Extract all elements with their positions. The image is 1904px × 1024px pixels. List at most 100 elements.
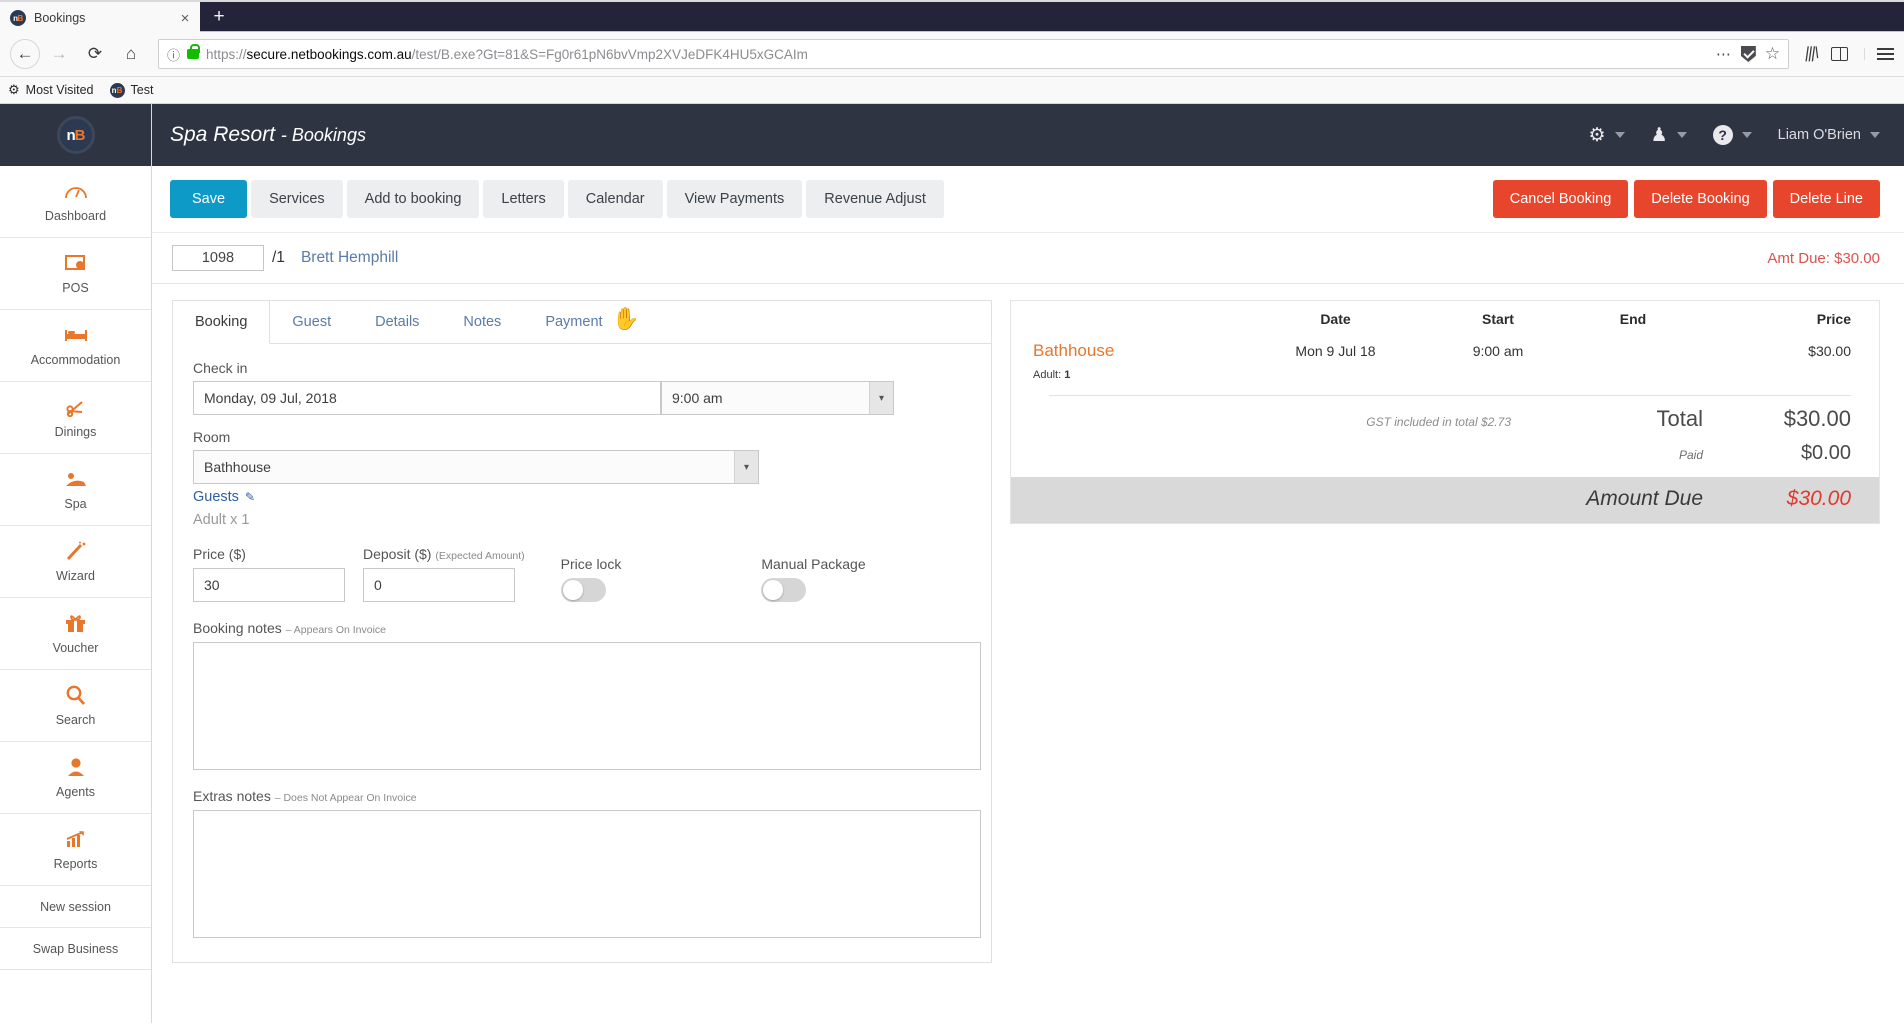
delete-booking-button[interactable]: Delete Booking (1634, 180, 1767, 218)
sidebar-item-reports[interactable]: Reports (0, 814, 151, 886)
price-lock-toggle[interactable] (560, 578, 606, 602)
extras-notes-label: Extras notes – Does Not Appear On Invoic… (193, 788, 971, 804)
section-name: - Bookings (280, 125, 366, 145)
bookmark-most-visited[interactable]: ⚙ Most Visited (8, 82, 94, 98)
letters-button[interactable]: Letters (483, 180, 564, 218)
home-icon[interactable]: ⌂ (114, 37, 148, 71)
account-menu[interactable]: Liam O'Brien (1778, 127, 1880, 143)
bookmark-star-icon[interactable]: ☆ (1765, 44, 1780, 64)
paid-value: $0.00 (1800, 442, 1851, 464)
save-button[interactable]: Save (170, 180, 248, 218)
tab-booking[interactable]: Booking (173, 301, 271, 344)
sidebar-item-label: POS (62, 281, 89, 295)
col-end: End (1619, 311, 1647, 327)
tab-guest[interactable]: Guest (270, 301, 353, 343)
menu-icon[interactable] (1864, 48, 1894, 60)
price-input[interactable] (193, 568, 345, 602)
gift-icon (65, 612, 86, 634)
browser-window: nB Bookings × + ← → ⟳ ⌂ ⓘ https://secure… (0, 0, 1904, 104)
guest-name-link[interactable]: Brett Hemphill (301, 249, 398, 267)
row-guest-breakdown: Adult: 1 (1011, 361, 1879, 395)
pocket-icon[interactable] (1740, 46, 1756, 62)
back-icon[interactable]: ← (10, 39, 40, 69)
sidebar-item-dinings[interactable]: Dinings (0, 382, 151, 454)
gst-note: GST included in total $2.73 (1366, 415, 1511, 429)
sidebar-item-pos[interactable]: POS (0, 238, 151, 310)
sidebar-item-wizard[interactable]: Wizard (0, 526, 151, 598)
library-icon[interactable]: |||\ (1804, 45, 1819, 63)
bookmark-label: Most Visited (25, 83, 94, 97)
amount-due-label: Amount Due (1586, 487, 1703, 510)
question-mark-icon: ? (1712, 125, 1733, 145)
sidebar-item-swap-business[interactable]: Swap Business (0, 928, 151, 970)
sidebar-item-new-session[interactable]: New session (0, 886, 151, 928)
guests-edit-link[interactable]: Guests ✎ (193, 489, 255, 505)
page-actions-icon[interactable]: ⋯ (1716, 47, 1732, 62)
sidebar-toggle-icon[interactable] (1822, 37, 1856, 71)
col-start: Start (1482, 311, 1514, 327)
app-header: Spa Resort - Bookings ⚙ ♟ ? Liam O'Brien (152, 104, 1904, 166)
pos-icon (64, 252, 87, 274)
deposit-label-text: Deposit ($) (363, 546, 432, 562)
checkin-label: Check in (193, 360, 248, 376)
sidebar-item-search[interactable]: Search (0, 670, 151, 742)
sidebar-item-spa[interactable]: Spa (0, 454, 151, 526)
view-payments-button[interactable]: View Payments (666, 180, 803, 218)
tab-details[interactable]: Details (353, 301, 441, 343)
summary-table-header: Date Start End Price (1011, 301, 1879, 335)
revenue-adjust-button[interactable]: Revenue Adjust (806, 180, 944, 218)
add-to-booking-button[interactable]: Add to booking (346, 180, 480, 218)
checkin-date-input[interactable] (193, 381, 661, 415)
calendar-button[interactable]: Calendar (567, 180, 663, 218)
deposit-label: Deposit ($) (Expected Amount) (363, 546, 525, 562)
booking-notes-label-text: Booking notes (193, 620, 282, 636)
extras-notes-hint: – Does Not Appear On Invoice (274, 792, 417, 804)
booking-notes-block: Booking notes – Appears On Invoice (193, 620, 981, 770)
manual-package-toggle[interactable] (761, 578, 807, 602)
content-area: Booking Guest Details Notes Payment Chec… (152, 284, 1904, 1023)
price-field-group: Price ($) (193, 546, 345, 602)
browser-tab[interactable]: nB Bookings × (0, 2, 200, 32)
delete-line-button[interactable]: Delete Line (1772, 180, 1880, 218)
account-name: Liam O'Brien (1777, 127, 1861, 143)
table-row[interactable]: Bathhouse Mon 9 Jul 18 9:00 am $30.00 (1011, 335, 1879, 361)
bookmark-test[interactable]: nB Test (109, 82, 153, 98)
sidebar-logo[interactable]: nB (0, 104, 151, 166)
booking-id-input[interactable] (172, 245, 264, 271)
new-tab-button[interactable]: + (200, 2, 238, 32)
cutlery-icon (64, 396, 88, 418)
room-select[interactable]: Bathhouse ▾ (193, 450, 759, 484)
booking-tabs: Booking Guest Details Notes Payment (173, 301, 991, 344)
paid-row: Paid $0.00 (1011, 432, 1879, 465)
deposit-input[interactable] (363, 568, 515, 602)
chevron-down-icon (1870, 132, 1880, 138)
extras-notes-label-text: Extras notes (193, 788, 271, 804)
deposit-field-group: Deposit ($) (Expected Amount) (363, 546, 525, 602)
sidebar-item-agents[interactable]: Agents (0, 742, 151, 814)
manual-package-group: Manual Package (761, 556, 866, 602)
settings-menu[interactable]: ⚙ (1589, 124, 1625, 147)
tab-notes[interactable]: Notes (441, 301, 523, 343)
checkin-time-select[interactable]: 9:00 am ▾ (661, 381, 894, 415)
help-menu[interactable]: ? (1712, 125, 1752, 145)
address-bar[interactable]: ⓘ https://secure.netbookings.com.au/test… (158, 39, 1790, 69)
page-info-icon[interactable]: ⓘ (167, 45, 180, 64)
user-menu[interactable]: ♟ (1651, 124, 1687, 147)
massage-icon (64, 468, 88, 490)
reload-icon[interactable]: ⟳ (78, 37, 112, 71)
close-icon[interactable]: × (176, 11, 194, 26)
forward-icon[interactable]: → (42, 37, 76, 71)
cancel-booking-button[interactable]: Cancel Booking (1492, 180, 1629, 218)
extras-notes-textarea[interactable] (193, 810, 981, 938)
sidebar-item-accommodation[interactable]: Accommodation (0, 310, 151, 382)
sidebar-item-label: Search (55, 713, 96, 727)
booking-summary-panel: Date Start End Price Bathhouse Mon 9 Jul… (1010, 300, 1880, 524)
guests-label: Guests (193, 489, 239, 505)
booking-notes-label: Booking notes – Appears On Invoice (193, 620, 971, 636)
booking-notes-textarea[interactable] (193, 642, 981, 770)
services-button[interactable]: Services (251, 180, 343, 218)
sidebar-item-dashboard[interactable]: Dashboard (0, 166, 151, 238)
amount-due-badge: Amt Due: $30.00 (1767, 249, 1880, 267)
tab-payment[interactable]: Payment (523, 301, 624, 343)
sidebar-item-voucher[interactable]: Voucher (0, 598, 151, 670)
